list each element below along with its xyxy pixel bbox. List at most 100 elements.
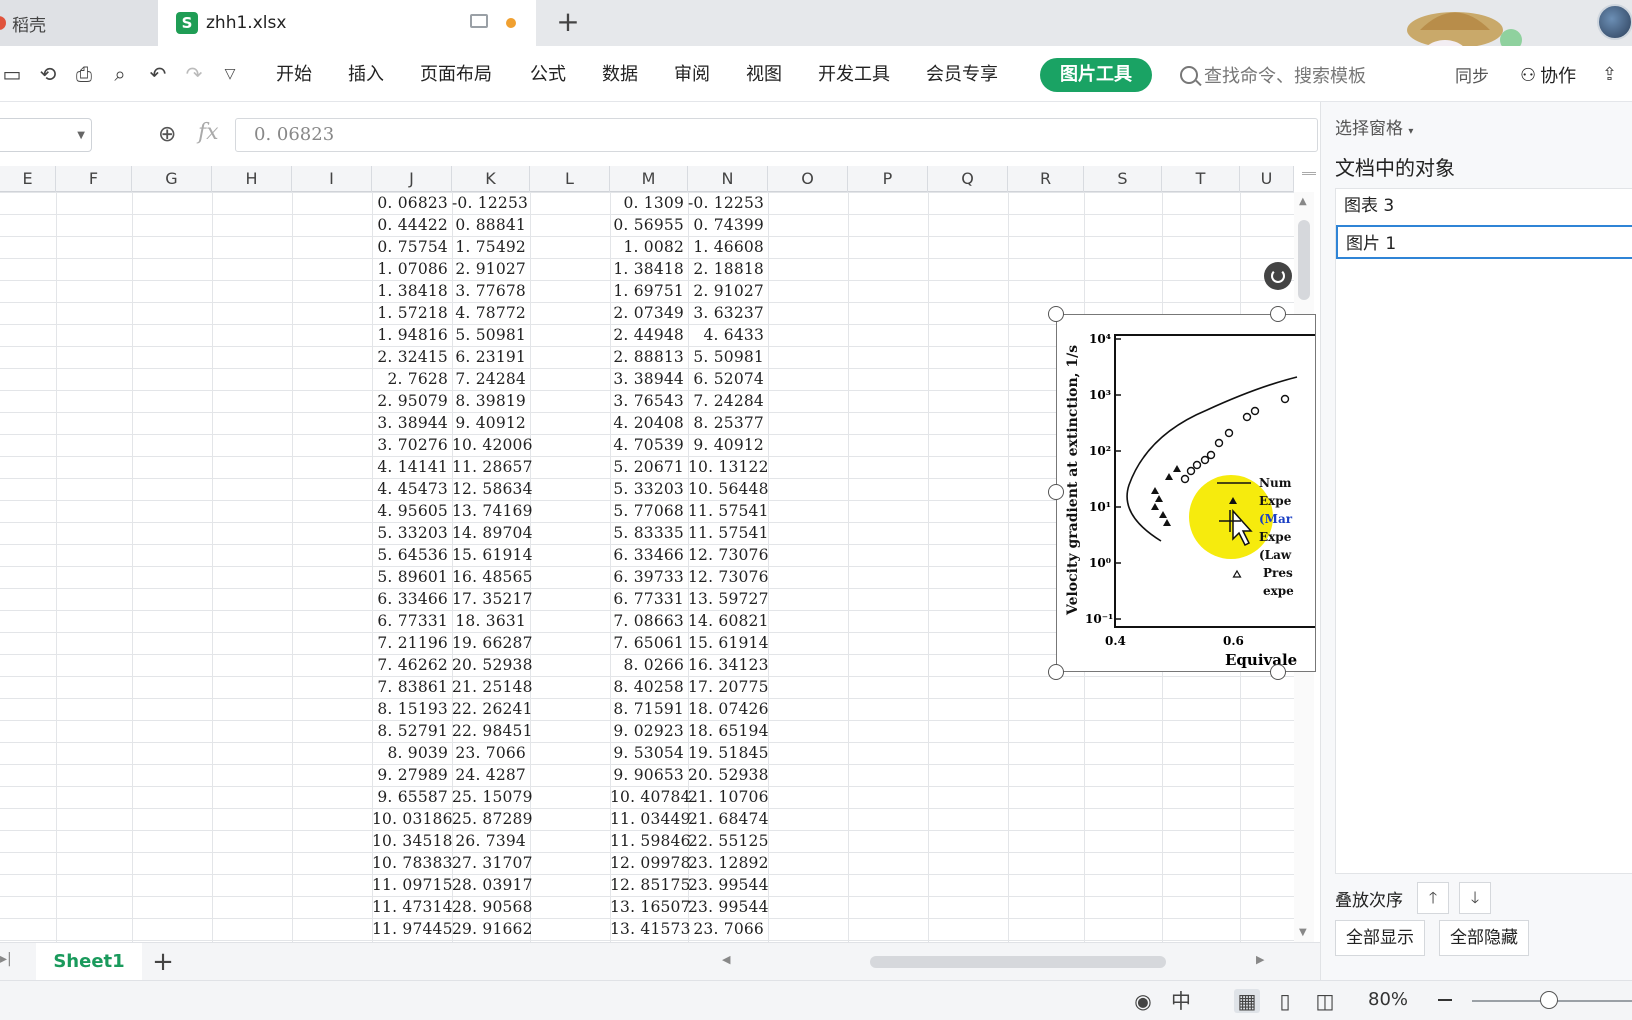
table-cell[interactable]: 0. 06823 xyxy=(372,192,452,214)
table-cell[interactable]: 11. 47314 xyxy=(372,896,452,918)
column-header[interactable]: E xyxy=(0,166,56,192)
table-cell[interactable]: 1. 94816 xyxy=(372,324,452,346)
table-cell[interactable]: 23. 99544 xyxy=(688,896,768,918)
zoom-formula-icon[interactable]: ⊕ xyxy=(158,122,176,147)
tab-daoke[interactable]: 稻壳 xyxy=(0,0,158,46)
table-cell[interactable]: 2. 95079 xyxy=(372,390,452,412)
table-cell[interactable]: 5. 20671 xyxy=(610,456,688,478)
table-cell[interactable]: -0. 12253 xyxy=(452,192,530,214)
table-cell[interactable]: 6. 23191 xyxy=(452,346,530,368)
table-cell[interactable]: 10. 34518 xyxy=(372,830,452,852)
table-cell[interactable]: 13. 41573 xyxy=(610,918,690,940)
table-cell[interactable]: 25. 15079 xyxy=(452,786,532,808)
resize-handle-bottom-left[interactable] xyxy=(1048,664,1064,680)
table-cell[interactable]: 22. 98451 xyxy=(452,720,532,742)
table-cell[interactable]: 15. 61914 xyxy=(452,544,532,566)
zoom-out-icon[interactable] xyxy=(1438,999,1452,1001)
table-cell[interactable]: 7. 46262 xyxy=(372,654,452,676)
table-cell[interactable]: 11. 28657 xyxy=(452,456,532,478)
table-cell[interactable]: 8. 52791 xyxy=(372,720,452,742)
table-cell[interactable]: 18. 65194 xyxy=(688,720,768,742)
rotate-handle-icon[interactable] xyxy=(1264,262,1292,290)
collab-button[interactable]: ⚇ 协作 xyxy=(1520,62,1576,88)
bring-forward-button[interactable]: 🡑 xyxy=(1417,882,1449,914)
table-cell[interactable]: 12. 85175 xyxy=(610,874,690,896)
table-cell[interactable]: 3. 77678 xyxy=(452,280,530,302)
column-header[interactable]: S xyxy=(1084,166,1162,192)
column-header[interactable]: H xyxy=(212,166,292,192)
table-cell[interactable]: 2. 7628 xyxy=(372,368,452,390)
table-cell[interactable]: 10. 56448 xyxy=(688,478,768,500)
table-cell[interactable]: 5. 83335 xyxy=(610,522,688,544)
table-cell[interactable]: 11. 57541 xyxy=(688,522,768,544)
table-cell[interactable]: -0. 12253 xyxy=(688,192,768,214)
table-cell[interactable]: 14. 89704 xyxy=(452,522,532,544)
table-cell[interactable]: 1. 46608 xyxy=(688,236,768,258)
table-cell[interactable]: 18. 3631 xyxy=(452,610,530,632)
table-cell[interactable]: 17. 20775 xyxy=(688,676,768,698)
menu-member[interactable]: 会员专享 xyxy=(926,62,998,88)
table-cell[interactable]: 9. 90653 xyxy=(610,764,688,786)
table-cell[interactable]: 21. 25148 xyxy=(452,676,532,698)
column-header[interactable]: K xyxy=(452,166,530,192)
table-cell[interactable]: 8. 25377 xyxy=(688,412,768,434)
table-cell[interactable]: 8. 40258 xyxy=(610,676,688,698)
table-cell[interactable]: 20. 52938 xyxy=(452,654,532,676)
monitor-icon[interactable] xyxy=(470,14,488,28)
table-cell[interactable]: 9. 65587 xyxy=(372,786,452,808)
column-header[interactable]: O xyxy=(768,166,848,192)
table-cell[interactable]: 16. 48565 xyxy=(452,566,532,588)
table-cell[interactable]: 5. 33203 xyxy=(372,522,452,544)
table-cell[interactable]: 12. 73076 xyxy=(688,544,768,566)
table-cell[interactable]: 7. 21196 xyxy=(372,632,452,654)
menu-page-layout[interactable]: 页面布局 xyxy=(420,62,492,88)
chevron-down-icon[interactable]: ▼ xyxy=(77,130,85,141)
table-cell[interactable]: 6. 33466 xyxy=(372,588,452,610)
table-cell[interactable]: 7. 65061 xyxy=(610,632,688,654)
table-cell[interactable]: 5. 64536 xyxy=(372,544,452,566)
page-break-view-icon[interactable]: ◫ xyxy=(1312,989,1338,1013)
menu-developer[interactable]: 开发工具 xyxy=(818,62,890,88)
table-cell[interactable]: 6. 77331 xyxy=(610,588,688,610)
table-cell[interactable]: 2. 07349 xyxy=(610,302,688,324)
inserted-picture[interactable]: Velocity gradient at extinction, 1/s 10⁴… xyxy=(1056,314,1316,672)
column-header[interactable]: Q xyxy=(928,166,1008,192)
menu-insert[interactable]: 插入 xyxy=(348,62,384,88)
scroll-right-icon[interactable]: ▶ xyxy=(1256,953,1264,966)
table-cell[interactable]: 23. 7066 xyxy=(452,742,530,764)
table-cell[interactable]: 6. 33466 xyxy=(610,544,688,566)
table-cell[interactable]: 23. 7066 xyxy=(688,918,768,940)
table-cell[interactable]: 3. 76543 xyxy=(610,390,688,412)
menu-data[interactable]: 数据 xyxy=(602,62,638,88)
table-cell[interactable]: 25. 87289 xyxy=(452,808,532,830)
picture-tools-tab[interactable]: 图片工具 xyxy=(1040,58,1152,92)
column-header[interactable]: P xyxy=(848,166,928,192)
table-cell[interactable]: 4. 6433 xyxy=(688,324,768,346)
menu-review[interactable]: 审阅 xyxy=(674,62,710,88)
horizontal-scrollbar[interactable]: ◀ ▶ xyxy=(700,953,1270,971)
menu-formula[interactable]: 公式 xyxy=(530,62,566,88)
resize-handle-top-right[interactable] xyxy=(1270,306,1286,322)
undo-icon[interactable]: ↶ xyxy=(146,62,170,86)
user-avatar[interactable] xyxy=(1597,4,1632,40)
table-cell[interactable]: 13. 16507 xyxy=(610,896,690,918)
table-cell[interactable]: 1. 0082 xyxy=(610,236,688,258)
table-cell[interactable]: 1. 69751 xyxy=(610,280,688,302)
table-cell[interactable]: 5. 89601 xyxy=(372,566,452,588)
table-cell[interactable]: 7. 83861 xyxy=(372,676,452,698)
selection-pane-title[interactable]: 选择窗格 ▾ xyxy=(1335,114,1413,139)
hide-all-button[interactable]: 全部隐藏 xyxy=(1439,920,1529,956)
table-cell[interactable]: 16. 34123 xyxy=(688,654,768,676)
table-cell[interactable]: 2. 18818 xyxy=(688,258,768,280)
hscroll-thumb[interactable] xyxy=(870,956,1166,968)
table-cell[interactable]: 12. 58634 xyxy=(452,478,532,500)
table-cell[interactable]: 8. 0266 xyxy=(610,654,688,676)
zoom-slider-knob[interactable] xyxy=(1540,991,1558,1009)
show-all-button[interactable]: 全部显示 xyxy=(1335,920,1425,956)
table-cell[interactable]: 2. 88813 xyxy=(610,346,688,368)
table-cell[interactable]: 4. 20408 xyxy=(610,412,688,434)
eye-protection-icon[interactable]: ◉ xyxy=(1130,989,1156,1013)
table-cell[interactable]: 23. 12892 xyxy=(688,852,768,874)
table-cell[interactable]: 10. 40784 xyxy=(610,786,690,808)
table-cell[interactable]: 2. 91027 xyxy=(452,258,530,280)
